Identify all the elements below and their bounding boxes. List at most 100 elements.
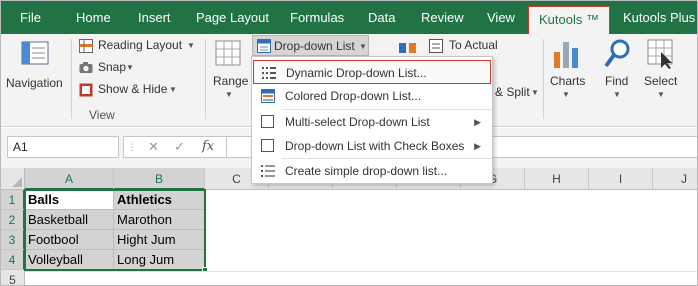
- cell-b1[interactable]: Athletics: [114, 190, 205, 210]
- colored-list-icon: [261, 89, 275, 103]
- split-label: & Split: [495, 85, 530, 99]
- row-header-2[interactable]: 2: [1, 210, 25, 230]
- chevron-down-icon: ▼: [613, 90, 621, 99]
- menu-item-dropdown-with-checkboxes[interactable]: Drop-down List with Check Boxes ▶: [253, 134, 491, 158]
- cancel-icon[interactable]: ✕: [148, 139, 159, 155]
- view-group-label: View: [89, 108, 115, 122]
- to-actual-button[interactable]: To Actual: [429, 37, 505, 55]
- row-header-5[interactable]: 5: [1, 270, 25, 285]
- select-button[interactable]: Select ▼: [641, 36, 685, 102]
- dropdown-list-menu: Dynamic Drop-down List... Colored Drop-d…: [251, 56, 493, 184]
- dynamic-list-icon: [262, 67, 276, 79]
- tab-formulas[interactable]: Formulas: [290, 1, 344, 34]
- navigation-label: Navigation: [6, 76, 63, 90]
- select-all-triangle-icon: [12, 177, 22, 187]
- chart-icon: [554, 42, 578, 68]
- menu-item-colored-dropdown[interactable]: Colored Drop-down List...: [253, 84, 491, 108]
- tab-file[interactable]: File: [20, 1, 41, 34]
- chevron-down-icon: ▼: [657, 90, 665, 99]
- cell-b4[interactable]: Long Jum: [114, 250, 205, 270]
- split-button[interactable]: & Split ▼: [495, 85, 541, 103]
- menu-item-label: Dynamic Drop-down List...: [286, 66, 427, 80]
- tab-kutools[interactable]: Kutools ™: [528, 6, 610, 34]
- select-label: Select: [644, 74, 678, 88]
- chevron-down-icon: ▼: [187, 41, 195, 50]
- chevron-down-icon: ▼: [169, 85, 177, 94]
- chevron-down-icon: ▼: [562, 90, 570, 99]
- menu-item-dynamic-dropdown[interactable]: Dynamic Drop-down List...: [253, 60, 491, 84]
- gridline: [25, 271, 697, 272]
- list-icon: [261, 165, 275, 177]
- range-button[interactable]: Range ▼: [211, 38, 249, 102]
- find-button[interactable]: Find ▼: [601, 36, 635, 102]
- column-header-h[interactable]: H: [525, 168, 589, 190]
- more-icon: ⋮: [127, 142, 137, 152]
- row-header-3[interactable]: 3: [1, 230, 25, 250]
- tab-insert[interactable]: Insert: [138, 1, 171, 34]
- dropdown-list-label: Drop-down List: [274, 39, 355, 53]
- dropdown-list-button[interactable]: Drop-down List ▼: [252, 35, 369, 56]
- show-hide-icon: [79, 83, 93, 97]
- range-label: Range: [213, 74, 249, 88]
- search-icon: [604, 39, 630, 68]
- navigation-button[interactable]: Navigation: [5, 38, 67, 98]
- separator: [543, 39, 544, 119]
- cell-a2[interactable]: Basketball: [25, 210, 114, 230]
- column-header-j[interactable]: J: [653, 168, 697, 190]
- reading-layout-button[interactable]: Reading Layout ▼: [79, 37, 199, 55]
- cell-a4[interactable]: Volleyball: [25, 250, 114, 270]
- cell-a1[interactable]: Balls: [25, 190, 114, 210]
- chevron-right-icon: ▶: [474, 141, 481, 151]
- show-hide-label: Show & Hide: [98, 82, 168, 96]
- column-header-a[interactable]: A: [25, 168, 114, 190]
- chevron-down-icon: ▼: [359, 42, 367, 51]
- row-header-4[interactable]: 4: [1, 250, 25, 270]
- menu-item-label: Colored Drop-down List...: [285, 89, 422, 103]
- column-header-i[interactable]: I: [589, 168, 653, 190]
- charts-button[interactable]: Charts ▼: [547, 36, 587, 102]
- navigation-icon: [21, 41, 49, 65]
- convert-icon: [399, 43, 416, 53]
- fill-handle[interactable]: [202, 267, 208, 273]
- row-header-1[interactable]: 1: [1, 190, 25, 210]
- select-icon: [647, 39, 673, 69]
- dropdown-list-icon: [257, 39, 271, 53]
- cell-b2[interactable]: Marothon: [114, 210, 205, 230]
- chevron-down-icon: ▼: [225, 90, 233, 99]
- to-actual-icon: [429, 39, 443, 53]
- menu-item-create-simple-dropdown[interactable]: Create simple drop-down list...: [253, 159, 491, 183]
- column-header-b[interactable]: B: [114, 168, 205, 190]
- tab-home[interactable]: Home: [76, 1, 111, 34]
- divider: [226, 137, 227, 157]
- checkbox-icon: [261, 139, 274, 152]
- tab-data[interactable]: Data: [368, 1, 395, 34]
- menu-item-label: Multi-select Drop-down List: [285, 115, 430, 129]
- cell-a3[interactable]: Footbool: [25, 230, 114, 250]
- enter-icon[interactable]: ✓: [174, 139, 185, 155]
- tab-kutools-plus[interactable]: Kutools Plus: [623, 1, 695, 34]
- show-hide-button[interactable]: Show & Hide ▼: [79, 81, 179, 99]
- menu-item-label: Create simple drop-down list...: [285, 164, 448, 178]
- reading-layout-icon: [79, 39, 93, 53]
- menu-bar: File Home Insert Page Layout Formulas Da…: [1, 1, 697, 34]
- cell-b3[interactable]: Hight Jum: [114, 230, 205, 250]
- select-all-corner[interactable]: [1, 168, 25, 190]
- insert-function-icon[interactable]: fx: [202, 139, 214, 154]
- tab-page-layout[interactable]: Page Layout: [196, 1, 269, 34]
- excel-window: File Home Insert Page Layout Formulas Da…: [0, 0, 698, 286]
- tab-review[interactable]: Review: [421, 1, 464, 34]
- camera-icon: [79, 62, 93, 73]
- charts-label: Charts: [550, 74, 586, 88]
- reading-layout-label: Reading Layout: [98, 38, 183, 52]
- snap-label: Snap: [98, 60, 127, 74]
- snap-button[interactable]: Snap ▼: [79, 59, 139, 77]
- menu-item-multi-select-dropdown[interactable]: Multi-select Drop-down List ▶: [253, 110, 491, 134]
- find-label: Find: [605, 74, 629, 88]
- tab-view[interactable]: View: [487, 1, 515, 34]
- chevron-down-icon: ▼: [531, 88, 539, 97]
- menu-item-label: Drop-down List with Check Boxes: [285, 139, 465, 153]
- name-box[interactable]: A1: [7, 136, 119, 158]
- to-actual-label: To Actual: [449, 38, 498, 52]
- separator: [205, 39, 206, 119]
- checkbox-icon: [261, 115, 274, 128]
